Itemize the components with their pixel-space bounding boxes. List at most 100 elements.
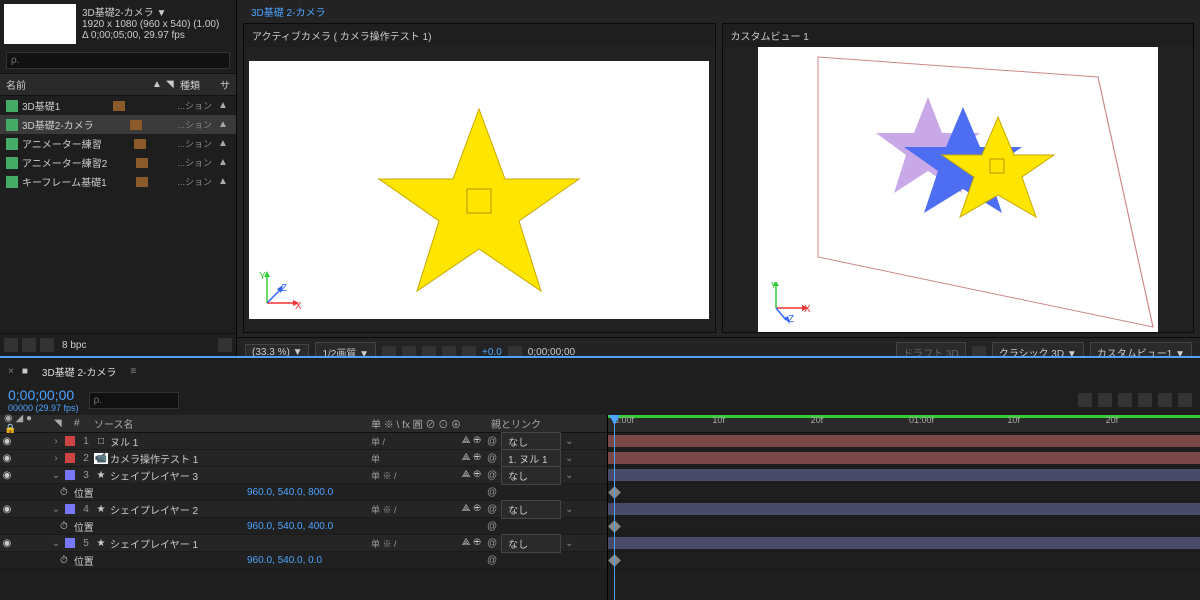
stopwatch-icon[interactable]: ⏱	[60, 555, 68, 566]
pickwhip-icon[interactable]: @	[487, 453, 497, 464]
tl-icon-2[interactable]	[1098, 393, 1112, 407]
tl-icon-6[interactable]	[1178, 393, 1192, 407]
viewer-right-canvas[interactable]: XYZ	[723, 47, 1194, 332]
label-color[interactable]	[65, 453, 75, 463]
layer-type-icon: ★	[94, 538, 108, 549]
property-row[interactable]: ⏱位置960.0, 540.0, 0.0@	[0, 552, 607, 569]
parent-dropdown[interactable]: なし	[501, 500, 561, 519]
layer-switches[interactable]: 单 ※ /⟁ ⊕	[367, 537, 487, 550]
folder-icon[interactable]	[22, 338, 36, 352]
timeline-tracks[interactable]: 3:00f10f20f01:00f10f20f02:00f	[608, 415, 1200, 600]
comp-header: 3D基礎2-カメラ ▼ 1920 x 1080 (960 x 540) (1.0…	[0, 0, 236, 48]
twirl-icon[interactable]: ⌄	[50, 538, 62, 549]
label-color[interactable]	[65, 504, 75, 514]
project-footer: 8 bpc	[0, 333, 236, 356]
property-track[interactable]	[608, 552, 1200, 569]
graph-editor-icon[interactable]	[1158, 393, 1172, 407]
timeline-search-input[interactable]	[89, 392, 179, 409]
col-type[interactable]: 種類	[180, 77, 220, 92]
pickwhip-icon[interactable]: @	[487, 470, 497, 481]
track-row[interactable]	[608, 450, 1200, 467]
layer-row[interactable]: ◉›1□ヌル 1单 /⟁ ⊕@なし⌄	[0, 433, 607, 450]
ruler-tick: 20f	[811, 415, 824, 425]
track-row[interactable]	[608, 501, 1200, 518]
twirl-icon[interactable]: ⌄	[50, 504, 62, 515]
layer-row[interactable]: ◉›2📹カメラ操作テスト 1单⟁ ⊕@1. ヌル 1⌄	[0, 450, 607, 467]
layer-switches[interactable]: 单 ※ /⟁ ⊕	[367, 503, 487, 516]
frame-fps: 00000 (29.97 fps)	[8, 403, 79, 413]
expression-pickwhip-icon[interactable]: @	[487, 555, 497, 566]
layer-switches[interactable]: 单⟁ ⊕	[367, 452, 487, 465]
track-row[interactable]	[608, 467, 1200, 484]
property-value[interactable]: 960.0, 540.0, 400.0	[247, 521, 487, 532]
property-value[interactable]: 960.0, 540.0, 800.0	[247, 487, 487, 498]
expression-pickwhip-icon[interactable]: @	[487, 521, 497, 532]
project-item[interactable]: アニメーター練習2...ション▲	[0, 153, 236, 172]
project-item[interactable]: キーフレーム基礎1...ション▲	[0, 172, 236, 191]
parent-dropdown[interactable]: なし	[501, 534, 561, 553]
visibility-toggle[interactable]: ◉	[0, 538, 14, 549]
current-timecode[interactable]: 0;00;00;00	[8, 387, 79, 403]
track-row[interactable]	[608, 433, 1200, 450]
project-item-type: ...ション	[177, 175, 212, 188]
project-item[interactable]: 3D基礎1...ション▲	[0, 96, 236, 115]
viewer-left: アクティブカメラ ( カメラ操作テスト 1) XYZ	[243, 23, 716, 333]
track-row[interactable]	[608, 535, 1200, 552]
stopwatch-icon[interactable]: ⏱	[60, 487, 68, 498]
project-item[interactable]: アニメーター練習...ション▲	[0, 134, 236, 153]
pickwhip-icon[interactable]: @	[487, 504, 497, 515]
project-panel: 3D基礎2-カメラ ▼ 1920 x 1080 (960 x 540) (1.0…	[0, 0, 237, 356]
tl-icon-3[interactable]	[1118, 393, 1132, 407]
timeline-tab[interactable]: 3D基礎 2-カメラ	[36, 362, 122, 381]
layer-name[interactable]: シェイプレイヤー 2	[108, 502, 367, 517]
pickwhip-icon[interactable]: @	[487, 436, 497, 447]
property-track[interactable]	[608, 484, 1200, 501]
tl-icon-4[interactable]	[1138, 393, 1152, 407]
layer-name[interactable]: シェイプレイヤー 1	[108, 536, 367, 551]
visibility-toggle[interactable]: ◉	[0, 470, 14, 481]
parent-dropdown[interactable]: なし	[501, 466, 561, 485]
label-color[interactable]	[65, 470, 75, 480]
layer-row[interactable]: ◉⌄4★シェイプレイヤー 2单 ※ /⟁ ⊕@なし⌄	[0, 501, 607, 518]
stopwatch-icon[interactable]: ⏱	[60, 521, 68, 532]
layer-switches[interactable]: 单 /⟁ ⊕	[367, 435, 487, 448]
layer-row[interactable]: ◉⌄5★シェイプレイヤー 1单 ※ /⟁ ⊕@なし⌄	[0, 535, 607, 552]
project-search-input[interactable]	[6, 52, 230, 69]
twirl-icon[interactable]: ⌄	[50, 470, 62, 481]
time-ruler[interactable]: 3:00f10f20f01:00f10f20f02:00f	[608, 415, 1200, 433]
visibility-toggle[interactable]: ◉	[0, 504, 14, 515]
property-row[interactable]: ⏱位置960.0, 540.0, 400.0@	[0, 518, 607, 535]
layer-name[interactable]: カメラ操作テスト 1	[108, 451, 367, 466]
viewer-tab[interactable]: 3D基礎 2-カメラ	[245, 2, 331, 21]
twirl-icon[interactable]: ›	[50, 453, 62, 464]
visibility-toggle[interactable]: ◉	[0, 453, 14, 464]
comp-item-icon	[6, 119, 18, 131]
comp-icon[interactable]	[40, 338, 54, 352]
expression-pickwhip-icon[interactable]: @	[487, 487, 497, 498]
property-track[interactable]	[608, 518, 1200, 535]
layer-switches[interactable]: 单 ※ /⟁ ⊕	[367, 469, 487, 482]
layer-type-icon: 📹	[94, 453, 108, 464]
playhead[interactable]	[614, 415, 615, 600]
comp-item-icon	[6, 100, 18, 112]
pickwhip-icon[interactable]: @	[487, 538, 497, 549]
bpc-indicator[interactable]: 8 bpc	[62, 340, 86, 351]
col-name[interactable]: 名前	[6, 77, 152, 92]
comp-thumbnail[interactable]	[4, 4, 76, 44]
tl-icon-1[interactable]	[1078, 393, 1092, 407]
trash-icon[interactable]	[218, 338, 232, 352]
layer-name[interactable]: シェイプレイヤー 3	[108, 468, 367, 483]
layer-row[interactable]: ◉⌄3★シェイプレイヤー 3单 ※ /⟁ ⊕@なし⌄	[0, 467, 607, 484]
svg-text:X: X	[295, 301, 301, 311]
label-color[interactable]	[65, 436, 75, 446]
property-value[interactable]: 960.0, 540.0, 0.0	[247, 555, 487, 566]
twirl-icon[interactable]: ›	[50, 436, 62, 447]
bin-icon[interactable]	[4, 338, 18, 352]
visibility-toggle[interactable]: ◉	[0, 436, 14, 447]
layer-name[interactable]: ヌル 1	[108, 434, 367, 449]
property-row[interactable]: ⏱位置960.0, 540.0, 800.0@	[0, 484, 607, 501]
project-item[interactable]: 3D基礎2-カメラ...ション▲	[0, 115, 236, 134]
viewer-left-canvas[interactable]: XYZ	[244, 47, 715, 332]
label-color[interactable]	[65, 538, 75, 548]
folder-icon	[136, 177, 148, 187]
